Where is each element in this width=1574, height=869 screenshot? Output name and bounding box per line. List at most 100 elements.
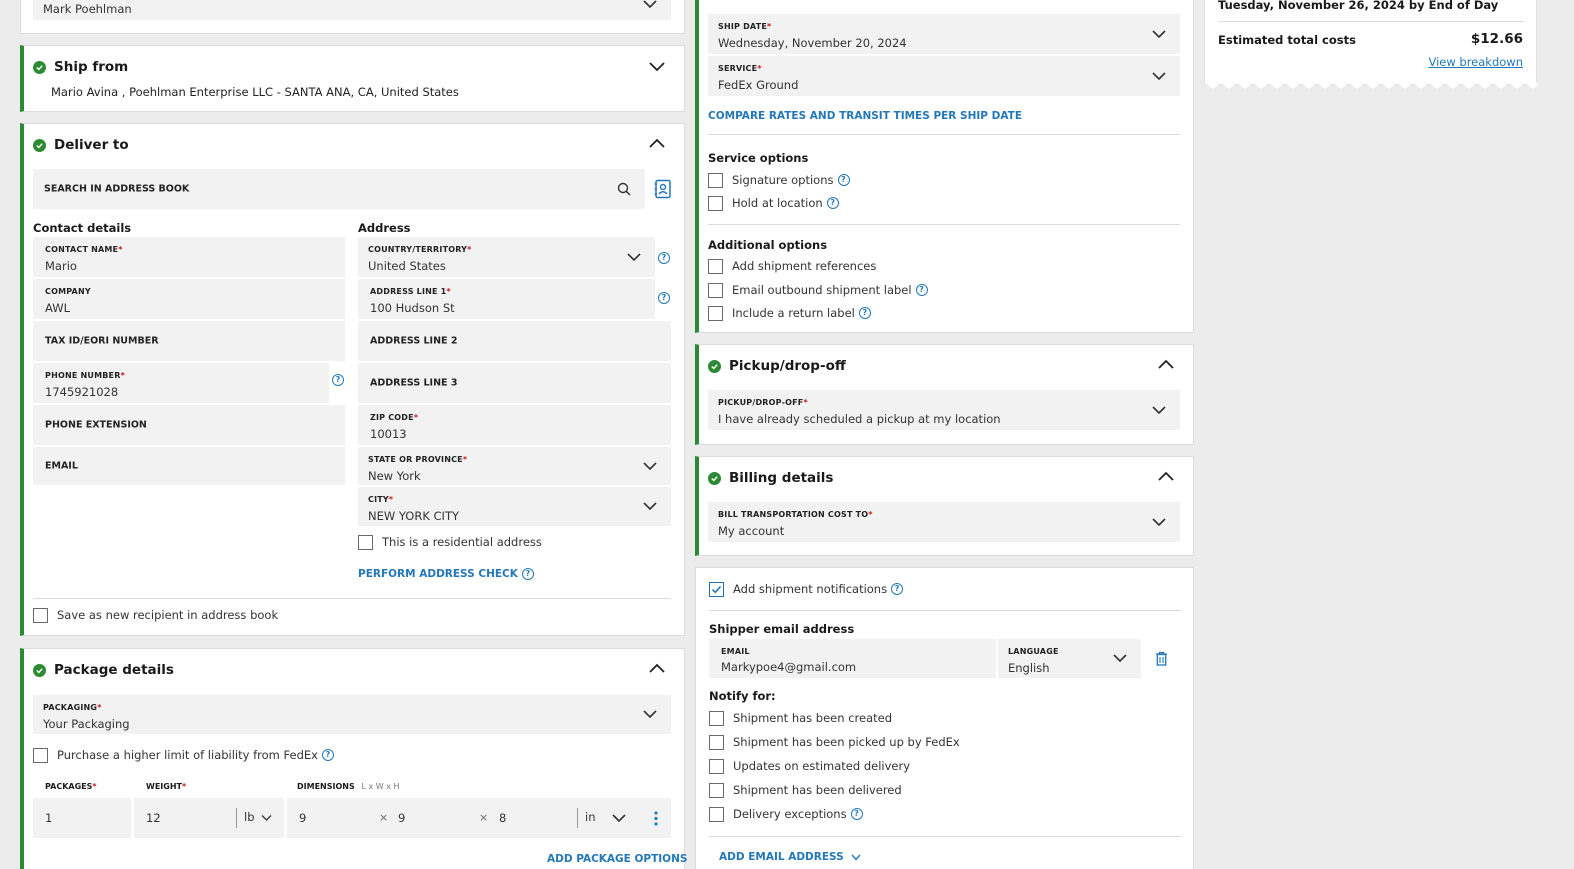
more-vertical-icon[interactable]: [654, 811, 658, 826]
add-notifications-checkbox[interactable]: [709, 582, 724, 597]
notify-created-checkbox[interactable]: [709, 711, 724, 726]
address-check-help-icon[interactable]: ?: [521, 568, 534, 580]
residential-checkbox[interactable]: [358, 535, 373, 550]
hold-at-location-checkbox[interactable]: [708, 196, 723, 211]
shipment-references-checkbox[interactable]: [708, 259, 723, 274]
address-line1-value: 100 Hudson St: [370, 301, 455, 315]
notify-picked-up-checkbox[interactable]: [709, 735, 724, 750]
notify-exceptions-checkbox[interactable]: [709, 807, 724, 822]
ship-date-label: SHIP DATE*: [718, 22, 772, 31]
address-help-icon[interactable]: ?: [658, 292, 670, 304]
dim-unit-select[interactable]: in: [585, 810, 595, 824]
phone-extension-field[interactable]: PHONE EXTENSION: [33, 405, 345, 445]
email-label-help-icon[interactable]: ?: [915, 284, 928, 296]
weight-value: 12: [146, 811, 161, 825]
summary-divider: [1218, 21, 1524, 22]
state-select[interactable]: STATE OR PROVINCE* New York: [358, 447, 671, 485]
city-value: NEW YORK CITY: [368, 509, 460, 523]
weight-unit-select[interactable]: lb: [244, 810, 255, 824]
tax-id-field[interactable]: TAX ID/EORI NUMBER: [33, 321, 345, 361]
shipper-email-field[interactable]: EMAIL Markypoe4@gmail.com: [709, 639, 996, 678]
chevron-up-icon[interactable]: [648, 138, 666, 150]
package-details-header[interactable]: Package details: [33, 662, 174, 678]
packaging-select[interactable]: PACKAGING* Your Packaging: [33, 695, 671, 734]
phone-help-icon[interactable]: ?: [332, 374, 344, 386]
packages-input[interactable]: 1: [33, 798, 131, 838]
pickup-title: Pickup/drop-off: [729, 358, 846, 374]
notify-estimated-checkbox[interactable]: [709, 759, 724, 774]
billing-header[interactable]: Billing details: [708, 470, 833, 486]
signature-options-label: Signature options: [732, 173, 834, 187]
zip-code-field[interactable]: ZIP CODE* 10013: [358, 405, 671, 445]
language-select[interactable]: LANGUAGE English: [998, 639, 1141, 678]
save-recipient-checkbox[interactable]: [33, 608, 48, 623]
ship-from-header[interactable]: Ship from: [33, 59, 128, 75]
shipper-email-value: Markypoe4@gmail.com: [721, 660, 857, 674]
signature-options-checkbox[interactable]: [708, 173, 723, 188]
perform-address-check-link[interactable]: PERFORM ADDRESS CHECK ?: [358, 568, 534, 580]
chevron-down-icon: [643, 0, 657, 9]
weight-label: WEIGHT*: [146, 782, 187, 791]
notifications-help-icon[interactable]: ?: [891, 583, 904, 595]
top-select-value: Mark Poehlman: [43, 2, 132, 16]
address-line1-field[interactable]: ADDRESS LINE 1* 100 Hudson St: [358, 279, 655, 319]
chevron-down-icon[interactable]: [648, 60, 666, 72]
hold-at-location-label: Hold at location: [732, 196, 823, 210]
hold-help-icon[interactable]: ?: [826, 197, 839, 209]
chevron-down-icon: [612, 814, 626, 823]
view-breakdown-link[interactable]: View breakdown: [1428, 55, 1523, 69]
packaging-label: PACKAGING*: [43, 703, 102, 712]
add-package-options-link[interactable]: ADD PACKAGE OPTIONS: [547, 853, 687, 865]
compare-rates-link[interactable]: COMPARE RATES AND TRANSIT TIMES PER SHIP…: [708, 110, 1022, 122]
email-label-checkbox[interactable]: [708, 283, 723, 298]
country-label: COUNTRY/TERRITORY*: [368, 245, 472, 254]
liability-help-icon[interactable]: ?: [321, 749, 334, 761]
add-notifications-label: Add shipment notifications: [733, 582, 888, 596]
contact-name-field[interactable]: CONTACT NAME* Mario: [33, 237, 345, 277]
email-field[interactable]: EMAIL: [33, 447, 345, 485]
chevron-up-icon[interactable]: [648, 663, 666, 675]
phone-number-label: PHONE NUMBER*: [45, 371, 125, 380]
address-line2-field[interactable]: ADDRESS LINE 2: [358, 321, 671, 361]
return-label-checkbox[interactable]: [708, 306, 723, 321]
address-book-search-input[interactable]: SEARCH IN ADDRESS BOOK: [33, 169, 645, 209]
state-label: STATE OR PROVINCE*: [368, 455, 468, 464]
pickup-select[interactable]: PICKUP/DROP-OFF* I have already schedule…: [708, 390, 1180, 430]
company-field[interactable]: COMPANY AWL: [33, 279, 345, 319]
dimensions-input[interactable]: 9 × 9 × 8 in: [287, 798, 671, 838]
chevron-up-icon[interactable]: [1157, 359, 1175, 371]
trash-icon[interactable]: [1155, 651, 1168, 666]
notify-delivered-checkbox[interactable]: [709, 783, 724, 798]
address-heading: Address: [358, 221, 411, 235]
liability-checkbox[interactable]: [33, 748, 48, 763]
ship-date-select[interactable]: SHIP DATE* Wednesday, November 20, 2024: [708, 14, 1180, 54]
weight-input[interactable]: 12 lb: [134, 798, 284, 838]
bill-to-select[interactable]: BILL TRANSPORTATION COST TO* My account: [708, 502, 1180, 542]
deliver-to-title: Deliver to: [54, 137, 129, 153]
estimated-total-value: $12.66: [1470, 31, 1523, 47]
liability-row: Purchase a higher limit of liability fro…: [57, 748, 334, 762]
country-select[interactable]: COUNTRY/TERRITORY* United States: [358, 237, 655, 277]
deliver-to-header[interactable]: Deliver to: [33, 137, 129, 153]
service-select[interactable]: SERVICE* FedEx Ground: [708, 56, 1180, 96]
return-label-help-icon[interactable]: ?: [858, 307, 871, 319]
address-book-icon[interactable]: [654, 179, 672, 199]
country-help-icon[interactable]: ?: [658, 252, 670, 264]
pickup-header[interactable]: Pickup/drop-off: [708, 358, 846, 374]
address-line1-label: ADDRESS LINE 1*: [370, 287, 451, 296]
chevron-up-icon[interactable]: [1157, 471, 1175, 483]
bill-to-value: My account: [718, 524, 785, 538]
signature-help-icon[interactable]: ?: [837, 174, 850, 186]
notifications-divider-2: [709, 836, 1181, 837]
contact-name-label: CONTACT NAME*: [45, 245, 123, 254]
service-value: FedEx Ground: [718, 78, 799, 92]
exceptions-help-icon[interactable]: ?: [850, 808, 863, 820]
add-email-address-link[interactable]: ADD EMAIL ADDRESS: [719, 851, 861, 863]
city-select[interactable]: CITY* NEW YORK CITY: [358, 487, 671, 526]
phone-number-field[interactable]: PHONE NUMBER* 1745921028: [33, 363, 329, 403]
packaging-value: Your Packaging: [43, 717, 130, 731]
address-line3-field[interactable]: ADDRESS LINE 3: [358, 363, 671, 403]
top-select-field[interactable]: Mark Poehlman: [33, 0, 671, 20]
search-icon[interactable]: [617, 182, 631, 196]
chevron-down-icon: [643, 461, 657, 470]
